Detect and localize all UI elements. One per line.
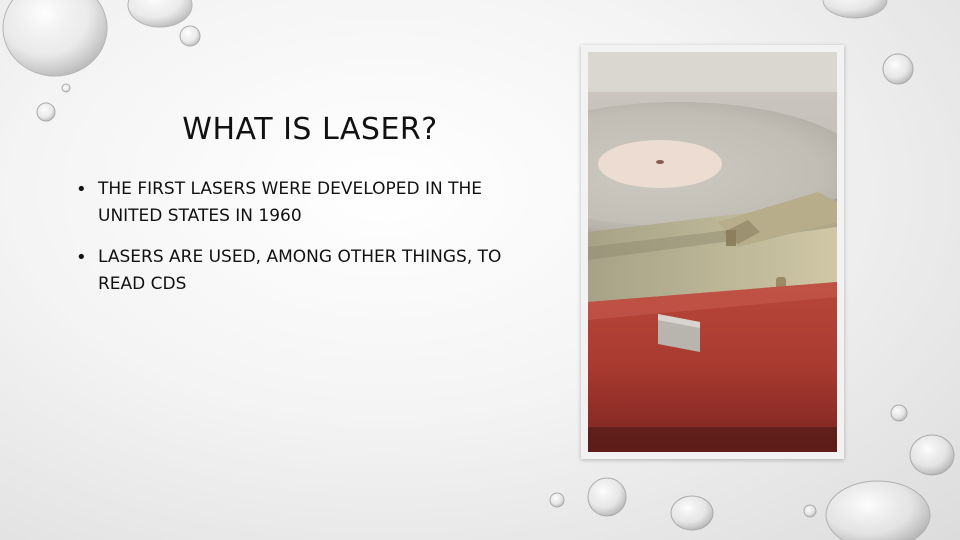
slide: What is laser? The first lasers were dev…	[0, 0, 960, 540]
water-droplet-icon	[670, 495, 714, 531]
bullet-item: Lasers are used, among other things, to …	[72, 244, 542, 298]
water-droplet-icon	[36, 102, 56, 122]
water-droplet-icon	[882, 53, 914, 85]
water-droplet-icon	[825, 480, 931, 540]
photo-frame	[581, 45, 844, 459]
water-droplet-icon	[179, 25, 201, 47]
water-droplet-icon	[803, 504, 817, 518]
water-droplet-icon	[549, 492, 565, 508]
record-player-photo	[588, 52, 837, 452]
water-droplet-icon	[587, 477, 627, 517]
water-droplet-icon	[127, 0, 193, 28]
bullet-list: The first lasers were developed in the U…	[72, 176, 542, 312]
water-droplet-icon	[2, 0, 108, 77]
slide-title: What is laser?	[182, 112, 438, 147]
water-droplet-icon	[909, 434, 955, 476]
bullet-item: The first lasers were developed in the U…	[72, 176, 542, 230]
water-droplet-icon	[822, 0, 888, 19]
water-droplet-icon	[61, 83, 71, 93]
water-droplet-icon	[890, 404, 908, 422]
